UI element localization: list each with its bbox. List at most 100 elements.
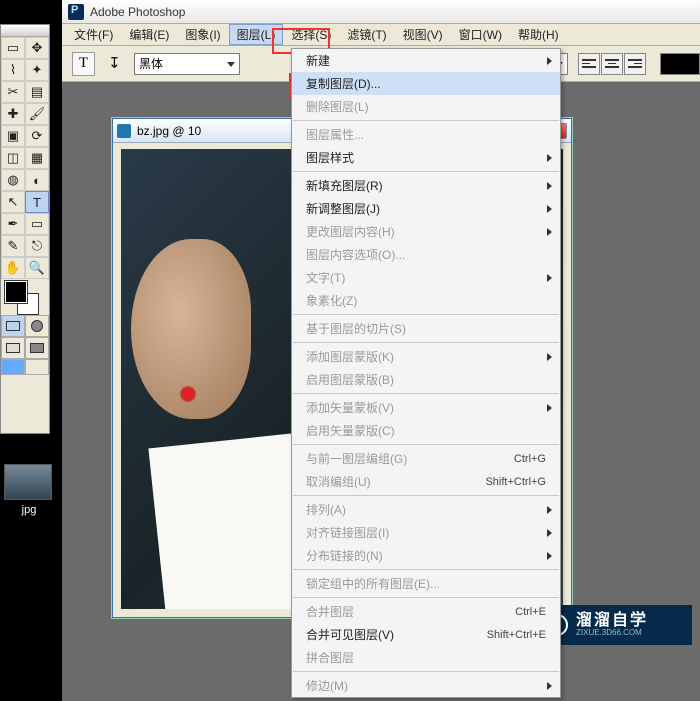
tool-notes[interactable]: ✎	[1, 235, 25, 257]
align-left-button[interactable]	[578, 53, 600, 75]
menu-item: 与前一图层编组(G) Ctrl+G	[292, 447, 560, 470]
menu-item: 分布链接的(N)	[292, 544, 560, 567]
menu-item-label: 排列(A)	[306, 501, 346, 518]
menu-item[interactable]: 新填充图层(R)	[292, 174, 560, 197]
standard-mode-button[interactable]	[1, 315, 25, 337]
app-title: Adobe Photoshop	[90, 5, 185, 19]
toolbox: ▭✥⌇✦✂▤✚🖌▣⟳◫▦◍◐↖T✒▭✎⎋✋🔍	[0, 24, 50, 434]
menu-item: 锁定组中的所有图层(E)...	[292, 572, 560, 595]
app-icon	[68, 4, 84, 20]
tool-path[interactable]: ↖	[1, 191, 25, 213]
menu-item[interactable]: 新建	[292, 49, 560, 72]
tool-type[interactable]: T	[25, 191, 49, 213]
menu-e[interactable]: 编辑(E)	[121, 24, 177, 45]
menu-item-label: 添加图层蒙版(K)	[306, 348, 394, 365]
jump-to-button-2[interactable]	[25, 359, 49, 375]
tool-pen[interactable]: ✒	[1, 213, 25, 235]
screen-mode-1[interactable]	[1, 337, 25, 359]
menu-item-label: 文字(T)	[306, 269, 345, 286]
menu-separator	[293, 120, 559, 121]
tool-slice[interactable]: ▤	[25, 81, 49, 103]
menu-item-label: 新填充图层(R)	[306, 177, 383, 194]
menu-item[interactable]: 图层样式	[292, 146, 560, 169]
tool-stamp[interactable]: ▣	[1, 125, 25, 147]
watermark-main: 溜溜自学	[576, 612, 648, 630]
text-color-swatch[interactable]	[660, 53, 700, 75]
menu-t[interactable]: 滤镜(T)	[339, 24, 394, 45]
filmstrip-thumb[interactable]	[4, 464, 52, 500]
menu-separator	[293, 171, 559, 172]
screen-mode-2[interactable]	[25, 337, 49, 359]
tool-gradient[interactable]: ▦	[25, 147, 49, 169]
text-orientation-button[interactable]: ↧	[105, 52, 124, 76]
filmstrip-label: jpg	[0, 504, 58, 516]
tool-eraser[interactable]: ◫	[1, 147, 25, 169]
menu-item-label: 复制图层(D)...	[306, 75, 381, 92]
menu-item-label: 修边(M)	[306, 677, 348, 694]
document-icon	[117, 124, 131, 138]
tool-hand[interactable]: ✋	[1, 257, 25, 279]
menu-item: 象素化(Z)	[292, 289, 560, 312]
menu-item: 启用图层蒙版(B)	[292, 368, 560, 391]
tool-preset-button[interactable]: T	[72, 52, 95, 76]
menu-item-label: 分布链接的(N)	[306, 547, 383, 564]
menu-item-shortcut: Ctrl+E	[515, 606, 546, 618]
menu-item-label: 图层内容选项(O)...	[306, 246, 405, 263]
menu-item-label: 锁定组中的所有图层(E)...	[306, 575, 440, 592]
tool-dodge[interactable]: ◐	[25, 169, 49, 191]
menu-item-shortcut: Shift+Ctrl+G	[485, 476, 546, 488]
menu-item: 拼合图层	[292, 646, 560, 669]
menu-item: 文字(T)	[292, 266, 560, 289]
quickmask-mode-button[interactable]	[25, 315, 49, 337]
toolbox-grip[interactable]	[1, 25, 49, 37]
tool-zoom[interactable]: 🔍	[25, 257, 49, 279]
watermark: 溜溜自学 ZIXUE.3D66.COM	[538, 605, 692, 645]
tool-history-brush[interactable]: ⟳	[25, 125, 49, 147]
menu-item: 添加图层蒙版(K)	[292, 345, 560, 368]
menu-i[interactable]: 图象(I)	[177, 24, 228, 45]
menu-separator	[293, 495, 559, 496]
menu-item-shortcut: Ctrl+G	[514, 453, 546, 465]
menu-v[interactable]: 视图(V)	[395, 24, 451, 45]
menu-item-shortcut: Shift+Ctrl+E	[487, 629, 546, 641]
menu-f[interactable]: 文件(F)	[66, 24, 121, 45]
menu-item-label: 象素化(Z)	[306, 292, 357, 309]
align-center-button[interactable]	[601, 53, 623, 75]
tool-healing[interactable]: ✚	[1, 103, 25, 125]
menu-separator	[293, 342, 559, 343]
menu-item[interactable]: 新调整图层(J)	[292, 197, 560, 220]
menu-item: 图层内容选项(O)...	[292, 243, 560, 266]
menu-separator	[293, 597, 559, 598]
tool-shape[interactable]: ▭	[25, 213, 49, 235]
menu-separator	[293, 444, 559, 445]
menu-separator	[293, 671, 559, 672]
tool-lasso[interactable]: ⌇	[1, 59, 25, 81]
font-family-value: 黑体	[139, 55, 163, 72]
menu-item: 图层属性...	[292, 123, 560, 146]
menu-h[interactable]: 帮助(H)	[510, 24, 567, 45]
tool-crop[interactable]: ✂	[1, 81, 25, 103]
font-family-select[interactable]: 黑体	[134, 53, 240, 75]
document-title: bz.jpg @ 10	[137, 124, 201, 138]
foreground-color-swatch[interactable]	[5, 281, 27, 303]
menu-item-label: 与前一图层编组(G)	[306, 450, 407, 467]
menu-item: 对齐链接图层(I)	[292, 521, 560, 544]
tool-eyedropper[interactable]: ⎋	[25, 235, 49, 257]
tool-blur[interactable]: ◍	[1, 169, 25, 191]
title-bar: Adobe Photoshop	[62, 0, 700, 24]
align-right-button[interactable]	[624, 53, 646, 75]
menu-item: 添加矢量蒙板(V)	[292, 396, 560, 419]
tool-move[interactable]: ✥	[25, 37, 49, 59]
tool-magic-wand[interactable]: ✦	[25, 59, 49, 81]
menu-item-label: 基于图层的切片(S)	[306, 320, 406, 337]
color-picker[interactable]	[1, 279, 49, 315]
menu-item-label: 合并可见图层(V)	[306, 626, 394, 643]
tool-marquee[interactable]: ▭	[1, 37, 25, 59]
watermark-sub: ZIXUE.3D66.COM	[576, 629, 648, 638]
menu-item[interactable]: 复制图层(D)...	[292, 72, 560, 95]
tool-brush[interactable]: 🖌	[25, 103, 49, 125]
menu-item-label: 删除图层(L)	[306, 98, 369, 115]
menu-item[interactable]: 合并可见图层(V) Shift+Ctrl+E	[292, 623, 560, 646]
menu-w[interactable]: 窗口(W)	[451, 24, 510, 45]
jump-to-button[interactable]	[1, 359, 25, 375]
